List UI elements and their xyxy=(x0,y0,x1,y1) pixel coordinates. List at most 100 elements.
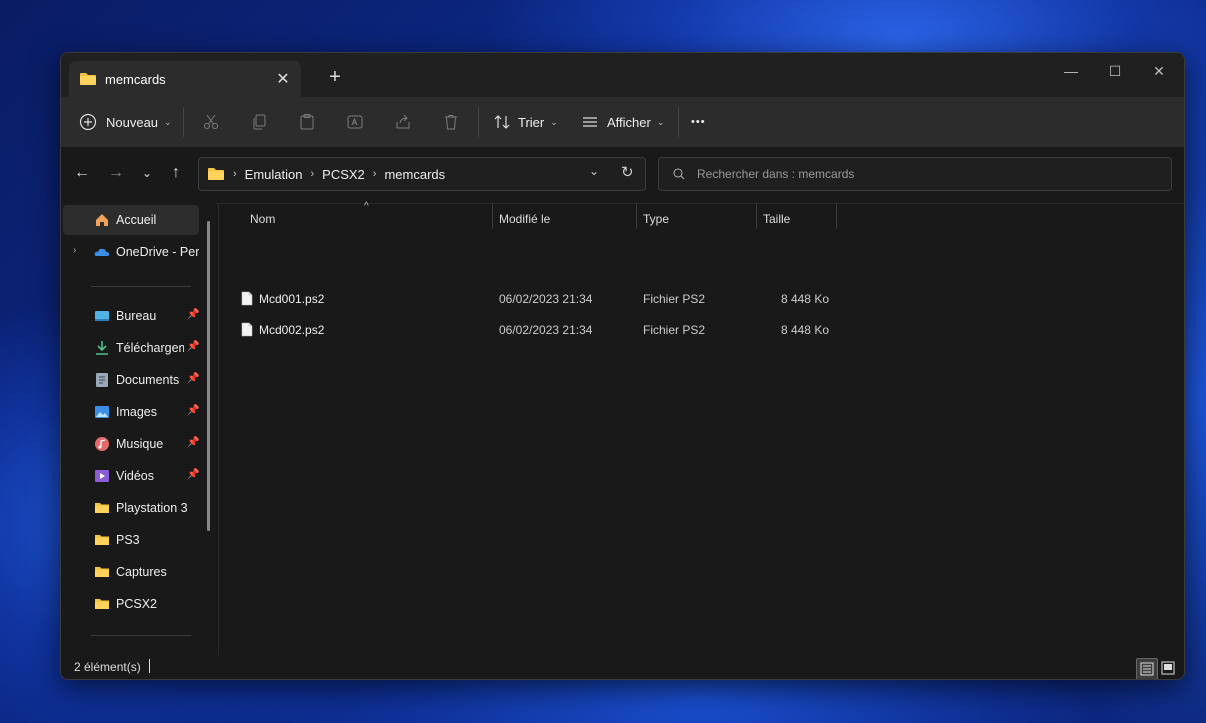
column-header-modified[interactable]: Modifié le xyxy=(499,207,629,231)
breadcrumb-separator: › xyxy=(372,168,377,180)
new-tab-button[interactable]: + xyxy=(323,65,347,89)
search-icon xyxy=(673,168,685,180)
refresh-icon[interactable]: ↻ xyxy=(621,163,634,181)
sidebar-item-label: Playstation 3 xyxy=(116,501,188,515)
copy-icon[interactable] xyxy=(243,106,275,138)
file-modified: 06/02/2023 21:34 xyxy=(499,292,593,306)
file-explorer-window: memcards ✕ + — ☐ ✕ Nouveau ⌄ Trier ⌄ Aff… xyxy=(60,52,1185,680)
column-separator[interactable] xyxy=(636,203,637,229)
folder-icon xyxy=(95,599,109,609)
list-view-icon xyxy=(583,117,597,127)
sidebar-item-images[interactable]: Images 📌 xyxy=(63,397,199,427)
sidebar-item-telechargements[interactable]: Téléchargements 📌 xyxy=(63,333,199,363)
sidebar-item-label: PCSX2 xyxy=(116,597,157,611)
sidebar-divider xyxy=(91,286,191,287)
sort-button-label: Trier xyxy=(518,114,545,130)
folder-icon xyxy=(95,567,109,577)
home-icon xyxy=(96,214,108,226)
view-button-label: Afficher xyxy=(607,114,651,130)
file-list: ^ Nom Modifié le Type Taille Mcd001.ps2 … xyxy=(219,201,1183,655)
table-row[interactable]: Mcd001.ps2 06/02/2023 21:34 Fichier PS2 … xyxy=(239,284,839,314)
recent-locations-chevron-icon[interactable]: ⌄ xyxy=(133,159,161,187)
table-row[interactable]: Mcd002.ps2 06/02/2023 21:34 Fichier PS2 … xyxy=(239,315,839,345)
pin-icon[interactable]: 📌 xyxy=(187,437,199,448)
sidebar-item-videos[interactable]: Vidéos 📌 xyxy=(63,461,199,491)
tab-title: memcards xyxy=(105,71,166,87)
sidebar-item-documents[interactable]: Documents 📌 xyxy=(63,365,199,395)
sidebar-item-ps3[interactable]: PS3 xyxy=(63,525,199,555)
maximize-button[interactable]: ☐ xyxy=(1093,59,1137,83)
file-size: 8 448 Ko xyxy=(780,292,829,306)
sidebar-item-label: Documents xyxy=(116,373,180,387)
details-view-button[interactable] xyxy=(1136,658,1158,679)
sidebar-item-pcsx2[interactable]: PCSX2 xyxy=(63,589,199,619)
sidebar-divider xyxy=(91,635,191,636)
sidebar-item-playstation-3[interactable]: Playstation 3 xyxy=(63,493,199,523)
pictures-icon xyxy=(95,406,109,418)
tab-memcards[interactable]: memcards ✕ xyxy=(69,61,301,97)
column-header-size[interactable]: Taille xyxy=(763,207,833,231)
folder-icon xyxy=(95,535,109,545)
pin-icon[interactable]: 📌 xyxy=(187,405,199,416)
column-header-name[interactable]: Nom xyxy=(250,207,490,231)
column-separator[interactable] xyxy=(756,203,757,229)
sidebar-item-onedrive[interactable]: › OneDrive - Personnel xyxy=(63,237,199,267)
expand-chevron-icon[interactable]: › xyxy=(73,245,76,256)
document-icon xyxy=(96,373,108,387)
video-icon xyxy=(95,470,109,482)
more-options-button[interactable]: ••• xyxy=(691,106,706,138)
minimize-button[interactable]: — xyxy=(1049,59,1093,83)
breadcrumb-memcards[interactable]: memcards xyxy=(384,167,445,182)
sort-button[interactable]: Trier ⌄ xyxy=(493,106,558,138)
title-bar: memcards ✕ + — ☐ ✕ xyxy=(61,53,1184,97)
desktop-icon xyxy=(95,311,109,321)
search-input[interactable]: Rechercher dans : memcards xyxy=(658,157,1172,191)
pin-icon[interactable]: 📌 xyxy=(187,373,199,384)
breadcrumb-separator: › xyxy=(233,168,237,180)
sidebar-item-label: Musique xyxy=(116,437,164,451)
file-icon xyxy=(241,291,253,306)
sidebar-item-label: Bureau xyxy=(116,309,157,323)
pin-icon[interactable]: 📌 xyxy=(187,341,199,352)
file-name[interactable]: Mcd001.ps2 xyxy=(259,292,324,306)
column-header-type[interactable]: Type xyxy=(643,207,753,231)
plus-circle-icon xyxy=(79,113,97,131)
address-dropdown-chevron-icon[interactable]: ⌄ xyxy=(589,164,599,178)
toolbar-divider xyxy=(478,107,479,137)
sidebar-item-accueil[interactable]: Accueil xyxy=(63,205,199,235)
file-name[interactable]: Mcd002.ps2 xyxy=(259,323,324,337)
delete-icon[interactable] xyxy=(435,106,467,138)
cut-icon[interactable] xyxy=(195,106,227,138)
sidebar-scrollbar[interactable] xyxy=(207,221,210,531)
new-button-label: Nouveau xyxy=(106,114,159,130)
sidebar-item-label: OneDrive - Personnel xyxy=(116,245,199,259)
column-separator[interactable] xyxy=(836,203,837,229)
tiles-view-button[interactable] xyxy=(1158,658,1178,678)
chevron-down-icon: ⌄ xyxy=(164,116,172,127)
sidebar-item-label: Vidéos xyxy=(116,469,154,483)
sidebar-item-musique[interactable]: Musique 📌 xyxy=(63,429,199,459)
share-icon[interactable] xyxy=(387,106,419,138)
pin-icon[interactable]: 📌 xyxy=(187,469,199,480)
sidebar-item-captures[interactable]: Captures xyxy=(63,557,199,587)
close-window-button[interactable]: ✕ xyxy=(1137,59,1181,83)
address-bar[interactable]: › Emulation › PCSX2 › memcards ⌄ ↻ xyxy=(198,157,646,191)
pin-icon[interactable]: 📌 xyxy=(187,309,199,320)
item-count: 2 élément(s) xyxy=(74,660,141,674)
paste-icon[interactable] xyxy=(291,106,323,138)
view-button[interactable]: Afficher ⌄ xyxy=(581,106,664,138)
close-tab-button[interactable]: ✕ xyxy=(269,65,297,93)
breadcrumb-pcsx2[interactable]: PCSX2 xyxy=(322,167,365,182)
breadcrumb-separator: › xyxy=(310,168,315,180)
back-arrow-icon[interactable]: ← xyxy=(68,159,96,187)
details-view-icon xyxy=(1140,662,1154,676)
forward-arrow-icon[interactable]: → xyxy=(102,159,130,187)
sidebar-item-bureau[interactable]: Bureau 📌 xyxy=(63,301,199,331)
breadcrumb-emulation[interactable]: Emulation xyxy=(245,167,303,182)
column-separator[interactable] xyxy=(492,203,493,229)
command-bar: Nouveau ⌄ Trier ⌄ Afficher ⌄ ••• xyxy=(61,97,1184,147)
rename-icon[interactable] xyxy=(339,106,371,138)
new-button[interactable]: Nouveau ⌄ xyxy=(79,106,172,138)
navigation-pane: Accueil › OneDrive - Personnel Bureau 📌 … xyxy=(61,203,216,655)
up-arrow-icon[interactable]: ↑ xyxy=(162,159,190,187)
